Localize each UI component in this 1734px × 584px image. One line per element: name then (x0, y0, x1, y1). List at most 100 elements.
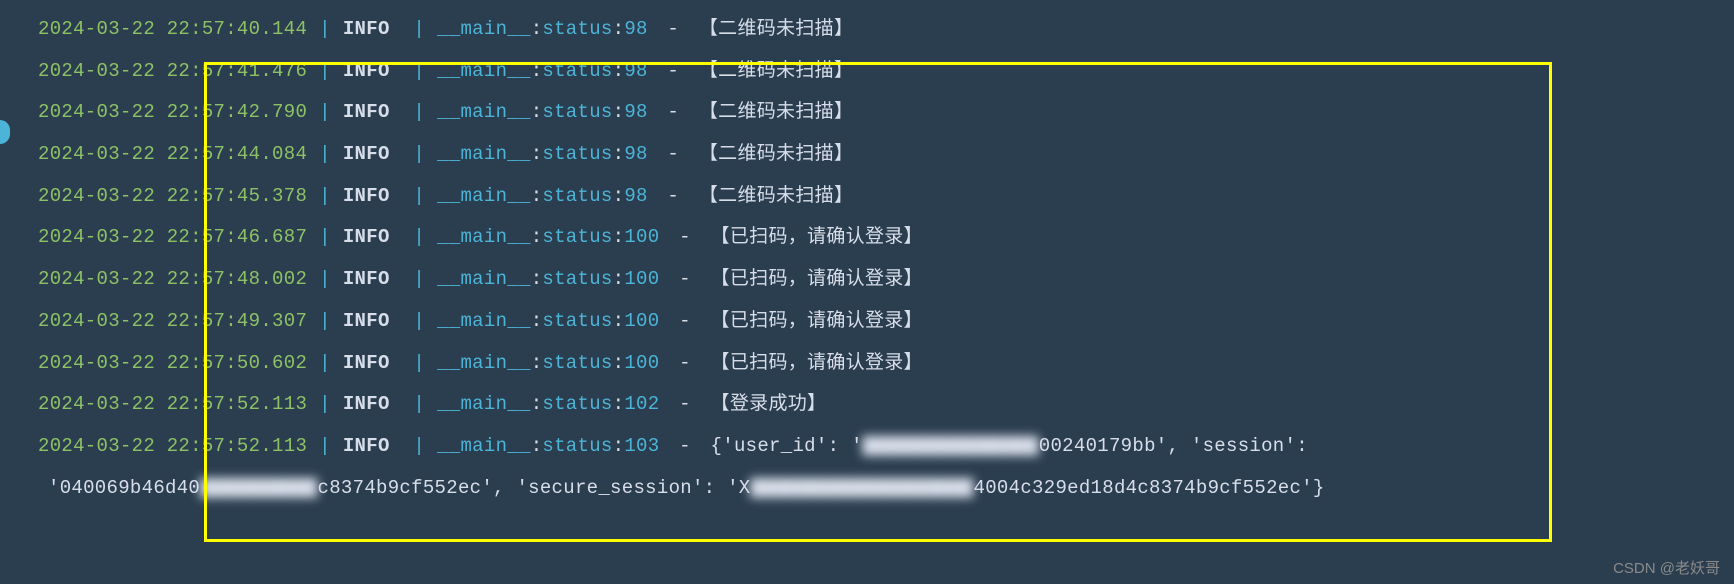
log-line: 2024-03-22 22:57:52.113|INFO |__main__:s… (0, 383, 1734, 425)
line-number: 100 (624, 310, 659, 332)
log-message: {'user_id': '▇▇▇▇▇▇▇▇▇▇▇▇▇▇▇00240179bb',… (711, 435, 1308, 457)
log-line: 2024-03-22 22:57:44.084|INFO |__main__:s… (0, 133, 1734, 175)
function-name: status (542, 18, 612, 40)
log-message: 【已扫码，请确认登录】 (711, 310, 923, 332)
line-number: 100 (624, 226, 659, 248)
timestamp: 2024-03-22 22:57:44.084 (38, 143, 307, 165)
log-message: 【二维码未扫描】 (699, 60, 853, 82)
log-line: 2024-03-22 22:57:50.602|INFO |__main__:s… (0, 342, 1734, 384)
pipe-separator: | (413, 101, 425, 123)
redacted-text: ▇▇▇▇▇▇▇▇▇▇▇▇▇▇▇ (863, 434, 1039, 459)
log-level: INFO (343, 226, 402, 248)
timestamp: 2024-03-22 22:57:52.113 (38, 435, 307, 457)
log-level: INFO (343, 143, 402, 165)
log-line: 2024-03-22 22:57:41.476|INFO |__main__:s… (0, 50, 1734, 92)
pipe-separator: | (413, 60, 425, 82)
timestamp: 2024-03-22 22:57:45.378 (38, 185, 307, 207)
log-level: INFO (343, 435, 402, 457)
module-name: __main__ (437, 268, 531, 290)
pipe-separator: | (319, 143, 331, 165)
log-line: 2024-03-22 22:57:42.790|INFO |__main__:s… (0, 91, 1734, 133)
log-level: INFO (343, 185, 402, 207)
log-level: INFO (343, 393, 402, 415)
log-message: 【二维码未扫描】 (699, 185, 853, 207)
watermark-text: CSDN @老妖哥 (1613, 557, 1720, 578)
pipe-separator: | (319, 185, 331, 207)
log-message: 【二维码未扫描】 (699, 18, 853, 40)
function-name: status (542, 393, 612, 415)
pipe-separator: | (319, 226, 331, 248)
module-name: __main__ (437, 352, 531, 374)
log-level: INFO (343, 18, 402, 40)
module-name: __main__ (437, 226, 531, 248)
module-name: __main__ (437, 435, 531, 457)
pipe-separator: | (319, 60, 331, 82)
log-line: 2024-03-22 22:57:49.307|INFO |__main__:s… (0, 300, 1734, 342)
log-message: 【二维码未扫描】 (699, 101, 853, 123)
line-number: 98 (624, 60, 647, 82)
pipe-separator: | (413, 352, 425, 374)
module-name: __main__ (437, 310, 531, 332)
pipe-separator: | (413, 435, 425, 457)
function-name: status (542, 60, 612, 82)
log-message: 【二维码未扫描】 (699, 143, 853, 165)
function-name: status (542, 226, 612, 248)
pipe-separator: | (319, 101, 331, 123)
log-level: INFO (343, 60, 402, 82)
pipe-separator: | (319, 268, 331, 290)
log-message: 【已扫码，请确认登录】 (711, 226, 923, 248)
timestamp: 2024-03-22 22:57:41.476 (38, 60, 307, 82)
log-continuation-line: '040069b46d40▇▇▇▇▇▇▇▇▇▇c8374b9cf552ec', … (0, 467, 1734, 509)
pipe-separator: | (319, 18, 331, 40)
redacted-text: ▇▇▇▇▇▇▇▇▇▇▇▇▇▇▇▇▇▇▇ (750, 476, 973, 501)
pipe-separator: | (413, 268, 425, 290)
log-line: 2024-03-22 22:57:40.144|INFO |__main__:s… (0, 8, 1734, 50)
pipe-separator: | (413, 143, 425, 165)
log-message: 【登录成功】 (711, 393, 827, 415)
line-number: 98 (624, 18, 647, 40)
log-level: INFO (343, 352, 402, 374)
module-name: __main__ (437, 60, 531, 82)
line-number: 100 (624, 268, 659, 290)
log-line: 2024-03-22 22:57:48.002|INFO |__main__:s… (0, 258, 1734, 300)
function-name: status (542, 268, 612, 290)
timestamp: 2024-03-22 22:57:42.790 (38, 101, 307, 123)
log-message: 【已扫码，请确认登录】 (711, 268, 923, 290)
pipe-separator: | (413, 226, 425, 248)
line-number: 98 (624, 185, 647, 207)
module-name: __main__ (437, 393, 531, 415)
log-line: 2024-03-22 22:57:52.113|INFO |__main__:s… (0, 425, 1734, 467)
function-name: status (542, 101, 612, 123)
module-name: __main__ (437, 185, 531, 207)
pipe-separator: | (413, 393, 425, 415)
pipe-separator: | (319, 393, 331, 415)
log-level: INFO (343, 101, 402, 123)
module-name: __main__ (437, 143, 531, 165)
function-name: status (542, 310, 612, 332)
pipe-separator: | (319, 435, 331, 457)
pipe-separator: | (319, 310, 331, 332)
function-name: status (542, 143, 612, 165)
timestamp: 2024-03-22 22:57:46.687 (38, 226, 307, 248)
log-level: INFO (343, 268, 402, 290)
pipe-separator: | (413, 310, 425, 332)
line-number: 98 (624, 101, 647, 123)
timestamp: 2024-03-22 22:57:40.144 (38, 18, 307, 40)
log-output: 2024-03-22 22:57:40.144|INFO |__main__:s… (0, 8, 1734, 508)
timestamp: 2024-03-22 22:57:52.113 (38, 393, 307, 415)
log-level: INFO (343, 310, 402, 332)
timestamp: 2024-03-22 22:57:48.002 (38, 268, 307, 290)
line-number: 102 (624, 393, 659, 415)
function-name: status (542, 352, 612, 374)
line-number: 98 (624, 143, 647, 165)
line-number: 103 (624, 435, 659, 457)
pipe-separator: | (413, 18, 425, 40)
log-line: 2024-03-22 22:57:45.378|INFO |__main__:s… (0, 175, 1734, 217)
module-name: __main__ (437, 101, 531, 123)
log-message: 【已扫码，请确认登录】 (711, 352, 923, 374)
redacted-text: ▇▇▇▇▇▇▇▇▇▇ (200, 476, 317, 501)
pipe-separator: | (413, 185, 425, 207)
function-name: status (542, 435, 612, 457)
pipe-separator: | (319, 352, 331, 374)
timestamp: 2024-03-22 22:57:49.307 (38, 310, 307, 332)
